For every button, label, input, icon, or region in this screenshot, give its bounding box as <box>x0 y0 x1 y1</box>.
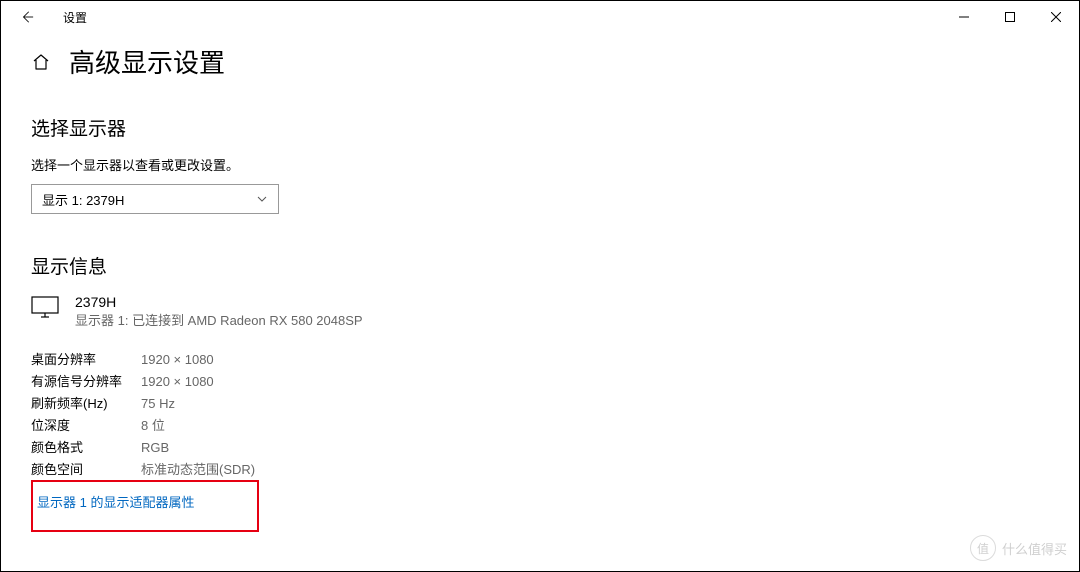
window-title: 设置 <box>63 9 87 26</box>
display-connection: 显示器 1: 已连接到 AMD Radeon RX 580 2048SP <box>75 311 363 331</box>
page-title: 高级显示设置 <box>69 43 225 80</box>
spec-value: 标准动态范围(SDR) <box>141 459 255 481</box>
spec-label: 刷新频率(Hz) <box>31 393 141 415</box>
watermark-text: 什么值得买 <box>1002 539 1067 558</box>
watermark: 值 什么值得买 <box>970 535 1067 561</box>
display-info-block: 2379H 显示器 1: 已连接到 AMD Radeon RX 580 2048… <box>31 293 1049 331</box>
spec-row: 颜色格式RGB <box>31 437 1049 459</box>
display-name: 2379H <box>75 293 363 311</box>
adapter-properties-link[interactable]: 显示器 1 的显示适配器属性 <box>37 495 194 510</box>
display-dropdown[interactable]: 显示 1: 2379H <box>31 184 279 214</box>
chevron-down-icon <box>256 193 268 205</box>
spec-row: 位深度8 位 <box>31 415 1049 437</box>
content-area: 高级显示设置 选择显示器 选择一个显示器以查看或更改设置。 显示 1: 2379… <box>1 33 1079 532</box>
home-icon[interactable] <box>31 52 51 72</box>
page-header: 高级显示设置 <box>31 43 1049 80</box>
spec-value: 8 位 <box>141 415 165 437</box>
monitor-icon <box>31 295 59 324</box>
spec-row: 有源信号分辨率1920 × 1080 <box>31 371 1049 393</box>
spec-label: 颜色格式 <box>31 437 141 459</box>
spec-table: 桌面分辨率1920 × 1080有源信号分辨率1920 × 1080刷新频率(H… <box>31 349 1049 482</box>
spec-label: 颜色空间 <box>31 459 141 481</box>
spec-label: 桌面分辨率 <box>31 349 141 371</box>
minimize-button[interactable] <box>941 1 987 33</box>
dropdown-value: 显示 1: 2379H <box>42 190 124 209</box>
display-info-text: 2379H 显示器 1: 已连接到 AMD Radeon RX 580 2048… <box>75 293 363 331</box>
spec-row: 颜色空间标准动态范围(SDR) <box>31 459 1049 481</box>
spec-label: 位深度 <box>31 415 141 437</box>
spec-value: RGB <box>141 437 169 459</box>
spec-value: 1920 × 1080 <box>141 349 214 371</box>
title-left: 设置 <box>19 9 87 26</box>
close-button[interactable] <box>1033 1 1079 33</box>
spec-row: 刷新频率(Hz)75 Hz <box>31 393 1049 415</box>
display-info-heading: 显示信息 <box>31 252 1049 279</box>
spec-value: 1920 × 1080 <box>141 371 214 393</box>
select-display-description: 选择一个显示器以查看或更改设置。 <box>31 155 1049 174</box>
maximize-button[interactable] <box>987 1 1033 33</box>
window-controls <box>941 1 1079 33</box>
adapter-link-highlight: 显示器 1 的显示适配器属性 <box>31 480 259 532</box>
watermark-logo-icon: 值 <box>970 535 996 561</box>
spec-label: 有源信号分辨率 <box>31 371 141 393</box>
back-button[interactable] <box>19 9 35 25</box>
spec-value: 75 Hz <box>141 393 175 415</box>
spec-row: 桌面分辨率1920 × 1080 <box>31 349 1049 371</box>
title-bar: 设置 <box>1 1 1079 33</box>
select-display-heading: 选择显示器 <box>31 114 1049 141</box>
